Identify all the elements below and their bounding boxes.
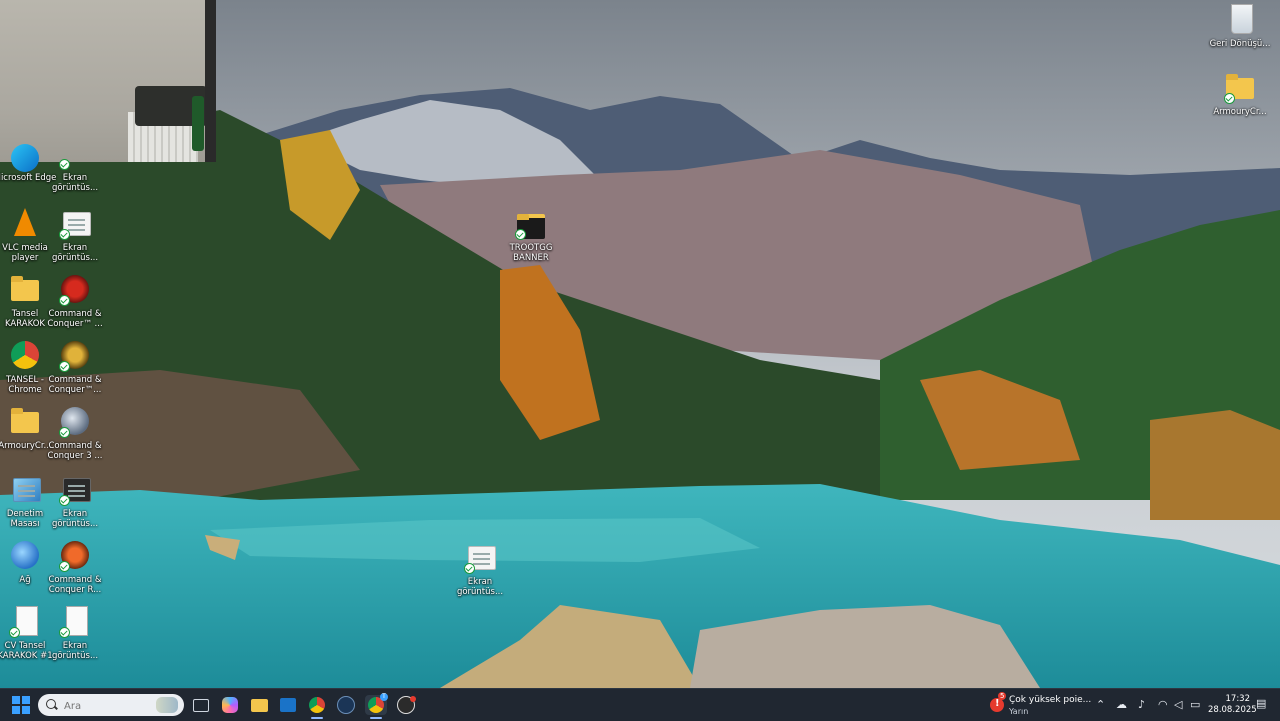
running-indicator [370, 717, 382, 719]
sync-check-icon [59, 159, 70, 170]
desktop-icon-cnc-red-alert[interactable]: Command & Conquer R... [43, 538, 107, 595]
desktop-icon-label: Command & Conquer 3 ... [47, 441, 103, 461]
desktop-icon-label: ArmouryCr... [1213, 107, 1267, 117]
desktop-icon-label: Command & Conquer R... [48, 575, 102, 595]
system-clock[interactable]: 17:32 28.08.2025 [1208, 694, 1257, 716]
wifi-icon[interactable]: ◠ [1158, 698, 1168, 711]
desktop-icon-screenshot-1[interactable]: Ekran görüntüs... [43, 158, 107, 193]
desktop-icon-cnc3-b[interactable]: Command & Conquer 3 ... [43, 404, 107, 461]
battery-icon[interactable]: ▭ [1190, 698, 1200, 711]
recycle-bin-icon [1231, 4, 1253, 34]
network-device-icon[interactable]: ☁ [1116, 698, 1127, 711]
desktop-icon-screenshot-5[interactable]: Ekran görüntüs... [448, 540, 512, 597]
notification-title: Çok yüksek poie... [1009, 695, 1092, 705]
speaker-icon[interactable]: ◁ [1174, 698, 1182, 711]
chrome-taskbar-button[interactable] [306, 695, 328, 719]
file-explorer-icon [250, 698, 268, 712]
desktop-icon-cnc3[interactable]: Command & Conquer™ ... [43, 272, 107, 329]
task-view-icon [193, 698, 209, 712]
edge-icon [11, 144, 39, 172]
copilot-button[interactable] [219, 695, 241, 715]
clock-date: 28.08.2025 [1208, 705, 1257, 715]
desktop-icon-label: Command & Conquer™... [48, 375, 102, 395]
desktop-icon-armoury-folder[interactable]: ArmouryCr... [1208, 70, 1272, 117]
obs-button[interactable] [395, 695, 417, 715]
search-highlight-icon [156, 697, 178, 713]
desktop-icon-label: Ekran görüntüs... [51, 641, 99, 661]
user-folder-icon [11, 276, 39, 301]
desktop-icon-recycle-bin[interactable]: Geri Dönüşü... [1208, 2, 1272, 49]
microphone-icon[interactable]: ♪ [1138, 698, 1145, 711]
recording-dot-icon [410, 696, 416, 702]
webcam-cable [192, 96, 204, 151]
sync-check-icon [464, 563, 475, 574]
desktop-icon-screenshot-3[interactable]: Ekran görüntüs... [43, 472, 107, 529]
file-explorer-button[interactable] [248, 695, 270, 715]
sync-check-icon [515, 229, 526, 240]
windows-logo-icon [12, 706, 20, 714]
running-indicator [311, 717, 323, 719]
sync-check-icon [59, 495, 70, 506]
sync-check-icon [59, 627, 70, 638]
chrome-icon [309, 697, 325, 713]
webcam-wall-edge [205, 0, 216, 162]
weather-notification[interactable]: 5 Çok yüksek poie... Yarın [988, 692, 1098, 718]
sync-check-icon [9, 627, 20, 638]
chrome-profile-button[interactable]: T [365, 693, 388, 719]
steam-button[interactable] [335, 695, 357, 715]
control-panel-icon [13, 478, 41, 502]
sync-check-icon [59, 427, 70, 438]
notification-bell-icon[interactable]: ▤ [1256, 697, 1266, 710]
outlook-button[interactable] [277, 695, 299, 715]
search-input[interactable] [62, 697, 156, 715]
notification-count: 5 [998, 692, 1007, 700]
chrome-icon [11, 341, 39, 369]
outlook-icon [280, 698, 296, 712]
windows-logo-icon [22, 696, 30, 704]
folder-icon [11, 408, 39, 433]
sync-check-icon [59, 229, 70, 240]
desktop-icon-screenshot-4[interactable]: Ekran görüntüs... [43, 604, 107, 661]
clock-time: 17:32 [1225, 694, 1251, 704]
sync-check-icon [1224, 93, 1235, 104]
notification-subtitle: Yarın [1009, 707, 1029, 716]
desktop-icon-cnc-generals[interactable]: Command & Conquer™... [43, 338, 107, 395]
show-hidden-icons-chevron-up-icon[interactable]: ⌃ [1096, 698, 1105, 711]
desktop-icon-trootgg[interactable]: TROOTGG BANNER [499, 206, 563, 263]
task-view-button[interactable] [190, 695, 212, 715]
desktop-icon-screenshot-2[interactable]: Ekran görüntüs... [43, 206, 107, 263]
start-button[interactable] [12, 696, 30, 714]
desktop-icon-label: Ekran görüntüs... [456, 577, 504, 597]
sync-check-icon [59, 295, 70, 306]
steam-icon [337, 696, 355, 714]
desktop-icon-label: TROOTGG BANNER [509, 243, 553, 263]
vlc-icon [14, 208, 36, 236]
copilot-icon [222, 697, 238, 713]
warning-icon [990, 698, 1004, 712]
sync-check-icon [59, 561, 70, 572]
taskbar-search[interactable] [38, 694, 184, 716]
webcam-preview [0, 0, 216, 162]
desktop-icon-label: Command & Conquer™ ... [47, 309, 103, 329]
search-icon [46, 699, 56, 709]
desktop-icon-label: Geri Dönüşü... [1209, 39, 1271, 49]
taskbar: T 5 Çok yüksek poie... Yarın ⌃ ☁ ♪ ◠ ◁ ▭… [0, 688, 1280, 721]
desktop-icon-label: Ekran görüntüs... [51, 173, 99, 193]
windows-logo-icon [22, 706, 30, 714]
profile-badge: T [380, 693, 388, 701]
desktop-icon-label: Ekran görüntüs... [51, 509, 99, 529]
windows-logo-icon [12, 696, 20, 704]
desktop-icon-label: Ekran görüntüs... [51, 243, 99, 263]
sync-check-icon [59, 361, 70, 372]
network-icon [11, 541, 39, 569]
